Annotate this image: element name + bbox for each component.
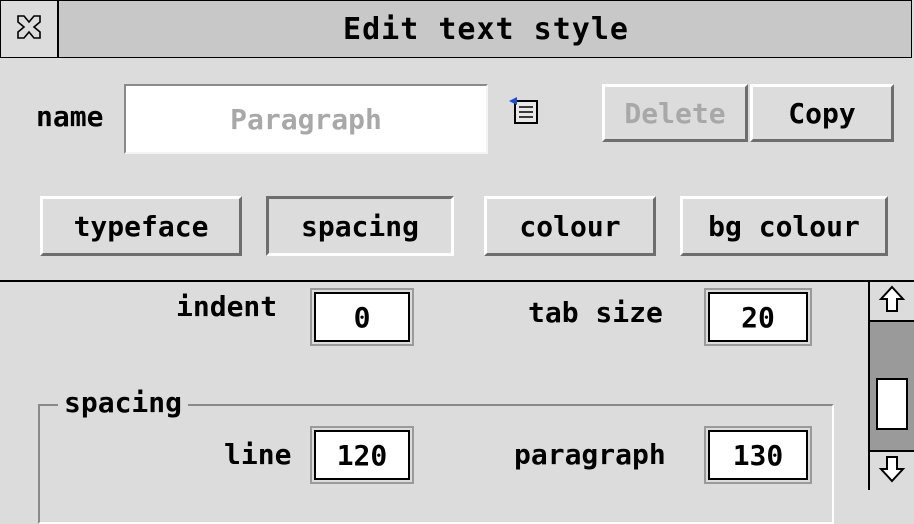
arrow-up-icon <box>878 284 906 318</box>
line-label: line <box>224 438 292 471</box>
copy-button[interactable]: Copy <box>750 84 894 142</box>
name-label: name <box>36 100 104 133</box>
paragraph-label: paragraph <box>514 438 666 471</box>
tab-colour[interactable]: colour <box>484 196 656 256</box>
indent-field[interactable]: 0 <box>310 288 414 346</box>
scroll-up-button[interactable] <box>870 282 914 322</box>
title-bar[interactable]: Edit text style <box>0 0 912 58</box>
arrow-down-icon <box>878 454 906 488</box>
spacing-group-label: spacing <box>58 386 189 419</box>
tab-size-label: tab size <box>528 296 663 329</box>
popup-menu-icon <box>507 95 541 131</box>
vertical-scrollbar[interactable] <box>868 282 914 490</box>
tab-size-field[interactable]: 20 <box>704 288 812 346</box>
close-icon <box>14 12 44 46</box>
delete-button[interactable]: Delete <box>602 84 748 142</box>
indent-label: indent <box>176 290 278 323</box>
tab-typeface[interactable]: typeface <box>40 196 242 256</box>
scroll-down-button[interactable] <box>870 450 914 490</box>
paragraph-spacing-field[interactable]: 130 <box>704 426 812 484</box>
tab-spacing[interactable]: spacing <box>266 196 454 256</box>
line-spacing-field[interactable]: 120 <box>310 426 414 484</box>
scroll-thumb[interactable] <box>876 378 908 430</box>
window-title: Edit text style <box>343 11 629 47</box>
close-button[interactable] <box>1 1 59 57</box>
name-field[interactable]: Paragraph <box>124 84 488 154</box>
tab-bg-colour[interactable]: bg colour <box>680 196 888 256</box>
style-menu-button[interactable] <box>504 94 544 132</box>
